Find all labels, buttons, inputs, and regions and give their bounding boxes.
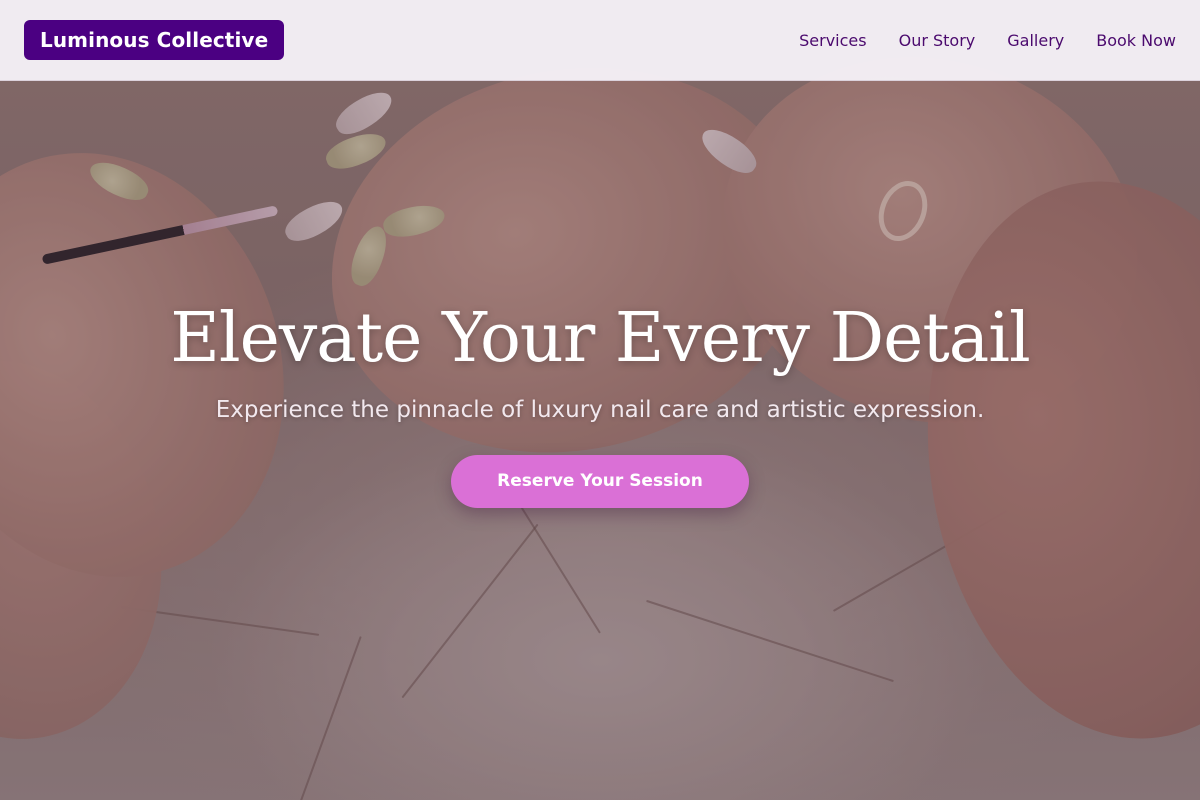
main-nav: Services Our Story Gallery Book Now (799, 31, 1176, 50)
nav-link-services[interactable]: Services (799, 31, 866, 50)
hero-title: Elevate Your Every Detail (170, 299, 1031, 378)
nav-link-gallery[interactable]: Gallery (1007, 31, 1064, 50)
nav-link-our-story[interactable]: Our Story (899, 31, 976, 50)
brand-logo[interactable]: Luminous Collective (24, 20, 285, 60)
hero-content: Elevate Your Every Detail Experience the… (0, 295, 1200, 508)
hero-subtitle: Experience the pinnacle of luxury nail c… (215, 397, 985, 423)
nav-link-book-now[interactable]: Book Now (1096, 31, 1176, 50)
reserve-session-button[interactable]: Reserve Your Session (451, 455, 749, 508)
site-header: Luminous Collective Services Our Story G… (0, 0, 1200, 81)
